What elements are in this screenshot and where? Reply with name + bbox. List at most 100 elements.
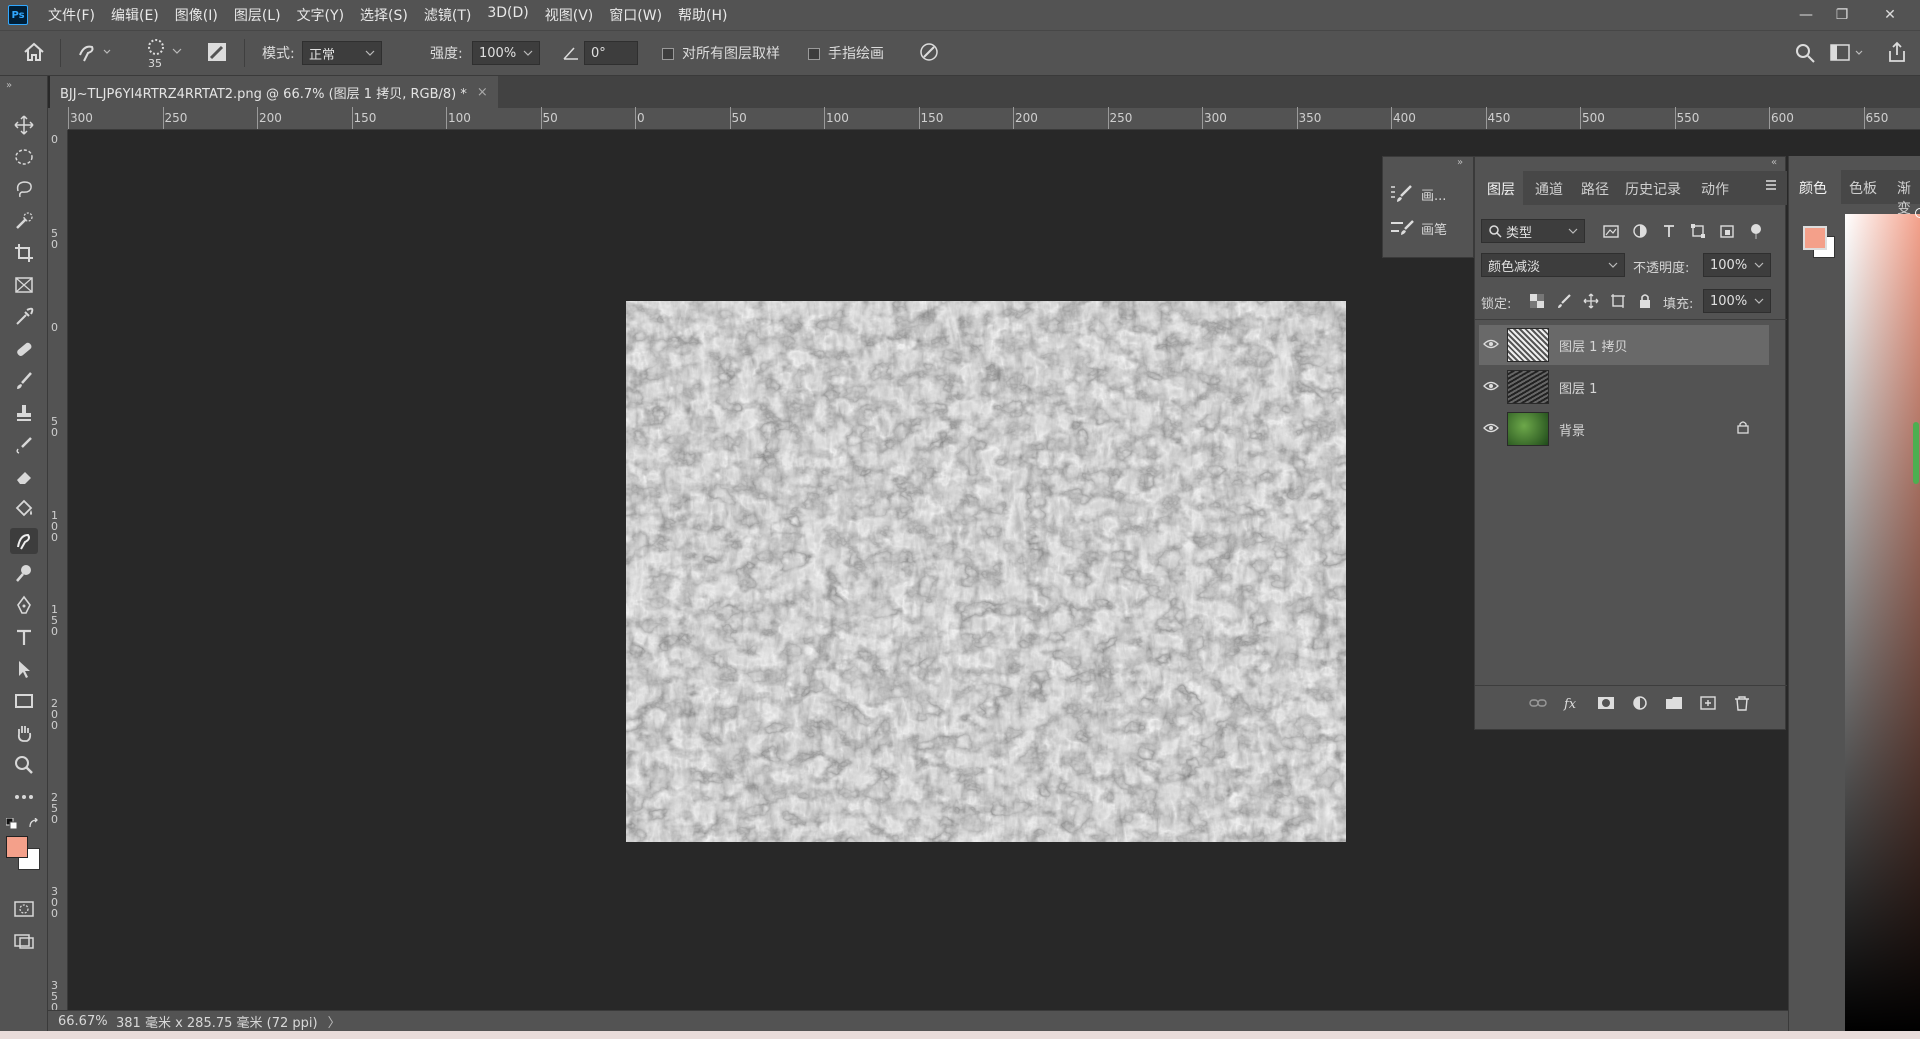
menu-item[interactable]: 图层(L) bbox=[226, 5, 289, 25]
menu-item[interactable]: 文件(F) bbox=[40, 5, 103, 25]
edit-toolbar-button[interactable] bbox=[10, 784, 38, 810]
filter-toggle-icon[interactable] bbox=[1748, 223, 1764, 239]
layer-row[interactable]: 背景 bbox=[1479, 409, 1769, 449]
lock-transparent-pixels-icon[interactable] bbox=[1529, 293, 1545, 309]
type-filter-icon[interactable] bbox=[1661, 223, 1677, 239]
brushes-panel-button[interactable]: 画笔 bbox=[1389, 217, 1447, 239]
workspace-button[interactable] bbox=[1830, 43, 1866, 67]
eraser-tool[interactable] bbox=[10, 464, 38, 490]
tab-channels[interactable]: 通道 bbox=[1535, 179, 1563, 199]
menu-item[interactable]: 视图(V) bbox=[537, 5, 602, 25]
lock-position-icon[interactable] bbox=[1583, 293, 1599, 309]
document-image[interactable] bbox=[626, 301, 1346, 842]
fill-input[interactable]: 100% bbox=[1703, 289, 1771, 313]
tab-paths[interactable]: 路径 bbox=[1581, 179, 1609, 199]
crop-tool[interactable] bbox=[10, 240, 38, 266]
layer-filter-select[interactable]: 类型 bbox=[1481, 219, 1585, 243]
paint-bucket-tool[interactable] bbox=[10, 496, 38, 522]
adjustment-layer-icon[interactable] bbox=[1631, 695, 1649, 711]
tab-layers[interactable]: 图层 bbox=[1487, 179, 1515, 199]
tab-swatches[interactable]: 色板 bbox=[1849, 178, 1877, 198]
type-tool[interactable] bbox=[10, 624, 38, 650]
panel-menu-icon[interactable] bbox=[1765, 179, 1777, 195]
blend-mode-select[interactable]: 颜色减淡 bbox=[1481, 253, 1625, 277]
menu-item[interactable]: 滤镜(T) bbox=[416, 5, 479, 25]
layer-style-icon[interactable]: fx bbox=[1563, 695, 1581, 711]
collapse-toolbar-icon[interactable]: » bbox=[6, 80, 12, 91]
menu-item[interactable]: 文字(Y) bbox=[289, 5, 352, 25]
status-menu-arrow-icon[interactable]: 〉 bbox=[328, 1012, 341, 1031]
minimize-button[interactable]: — bbox=[1788, 0, 1824, 30]
hand-tool[interactable] bbox=[10, 720, 38, 746]
foreground-color-swatch[interactable] bbox=[6, 836, 28, 858]
smudge-tool[interactable] bbox=[10, 528, 38, 554]
panel-foreground-color[interactable] bbox=[1803, 226, 1827, 250]
brush-preset-picker[interactable]: 35 bbox=[140, 33, 182, 73]
tab-history[interactable]: 历史记录 bbox=[1625, 179, 1681, 199]
smart-object-filter-icon[interactable] bbox=[1719, 223, 1735, 239]
menu-item[interactable]: 选择(S) bbox=[352, 5, 416, 25]
swap-colors-icon[interactable] bbox=[28, 817, 40, 834]
path-selection-tool[interactable] bbox=[10, 656, 38, 682]
lasso-tool[interactable] bbox=[10, 176, 38, 202]
mode-select[interactable]: 正常 bbox=[302, 41, 382, 65]
brush-tool[interactable] bbox=[10, 368, 38, 394]
healing-brush-tool[interactable] bbox=[10, 336, 38, 362]
strength-input[interactable]: 100% bbox=[472, 41, 540, 65]
brush-settings-button[interactable] bbox=[206, 41, 228, 67]
new-layer-icon[interactable] bbox=[1699, 695, 1717, 711]
rectangle-tool[interactable] bbox=[10, 688, 38, 714]
lock-icon[interactable] bbox=[1737, 420, 1749, 438]
lock-image-pixels-icon[interactable] bbox=[1556, 293, 1572, 309]
default-colors-icon[interactable] bbox=[5, 817, 18, 834]
menu-item[interactable]: 编辑(E) bbox=[103, 5, 167, 25]
add-mask-icon[interactable] bbox=[1597, 695, 1615, 711]
move-tool[interactable] bbox=[10, 112, 38, 138]
hue-slider-handle[interactable] bbox=[1913, 422, 1919, 484]
close-window-button[interactable]: ✕ bbox=[1872, 0, 1908, 30]
visibility-eye-icon[interactable] bbox=[1479, 338, 1503, 352]
color-picker-handle[interactable] bbox=[1915, 208, 1920, 218]
tab-color[interactable]: 颜色 bbox=[1799, 178, 1827, 198]
quick-mask-button[interactable] bbox=[10, 896, 38, 922]
collapse-panels-icon[interactable]: « bbox=[1771, 157, 1777, 168]
layer-row[interactable]: 图层 1 拷贝 bbox=[1479, 325, 1769, 365]
share-button[interactable] bbox=[1886, 41, 1908, 67]
delete-layer-icon[interactable] bbox=[1733, 695, 1751, 711]
expand-panels-icon[interactable]: » bbox=[1457, 157, 1463, 168]
new-group-icon[interactable] bbox=[1665, 695, 1683, 711]
tool-preset-picker[interactable] bbox=[76, 41, 112, 67]
close-tab-icon[interactable]: × bbox=[477, 85, 488, 100]
angle-input[interactable]: 0° bbox=[584, 41, 638, 65]
lock-artboard-icon[interactable] bbox=[1610, 293, 1626, 309]
pixel-filter-icon[interactable] bbox=[1603, 223, 1619, 239]
shape-filter-icon[interactable] bbox=[1690, 223, 1706, 239]
screen-mode-button[interactable] bbox=[10, 928, 38, 954]
finger-painting-checkbox[interactable] bbox=[808, 48, 820, 60]
brush-settings-panel-button[interactable]: 画... bbox=[1389, 183, 1446, 205]
menu-item[interactable]: 窗口(W) bbox=[601, 5, 670, 25]
home-button[interactable] bbox=[22, 41, 46, 67]
opacity-input[interactable]: 100% bbox=[1703, 253, 1771, 277]
lock-all-icon[interactable] bbox=[1637, 293, 1653, 309]
clone-stamp-tool[interactable] bbox=[10, 400, 38, 426]
frame-tool[interactable] bbox=[10, 272, 38, 298]
layer-row[interactable]: 图层 1 bbox=[1479, 367, 1769, 407]
history-brush-tool[interactable] bbox=[10, 432, 38, 458]
zoom-level[interactable]: 66.67% bbox=[58, 1014, 112, 1029]
visibility-eye-icon[interactable] bbox=[1479, 422, 1503, 436]
zoom-tool[interactable] bbox=[10, 752, 38, 778]
menu-item[interactable]: 3D(D) bbox=[479, 5, 536, 25]
quick-selection-tool[interactable] bbox=[10, 208, 38, 234]
menu-item[interactable]: 帮助(H) bbox=[670, 5, 735, 25]
marquee-tool[interactable] bbox=[10, 144, 38, 170]
restore-button[interactable]: ❐ bbox=[1824, 0, 1860, 30]
pressure-button[interactable] bbox=[918, 41, 940, 67]
link-layers-icon[interactable] bbox=[1529, 695, 1547, 711]
document-tab[interactable]: BJJ~TLJP6YI4RTRZ4RRTAT2.png @ 66.7% (图层 … bbox=[50, 76, 498, 108]
menu-item[interactable]: 图像(I) bbox=[167, 5, 226, 25]
tab-actions[interactable]: 动作 bbox=[1701, 179, 1729, 199]
eyedropper-tool[interactable] bbox=[10, 304, 38, 330]
pen-tool[interactable] bbox=[10, 592, 38, 618]
dodge-tool[interactable] bbox=[10, 560, 38, 586]
